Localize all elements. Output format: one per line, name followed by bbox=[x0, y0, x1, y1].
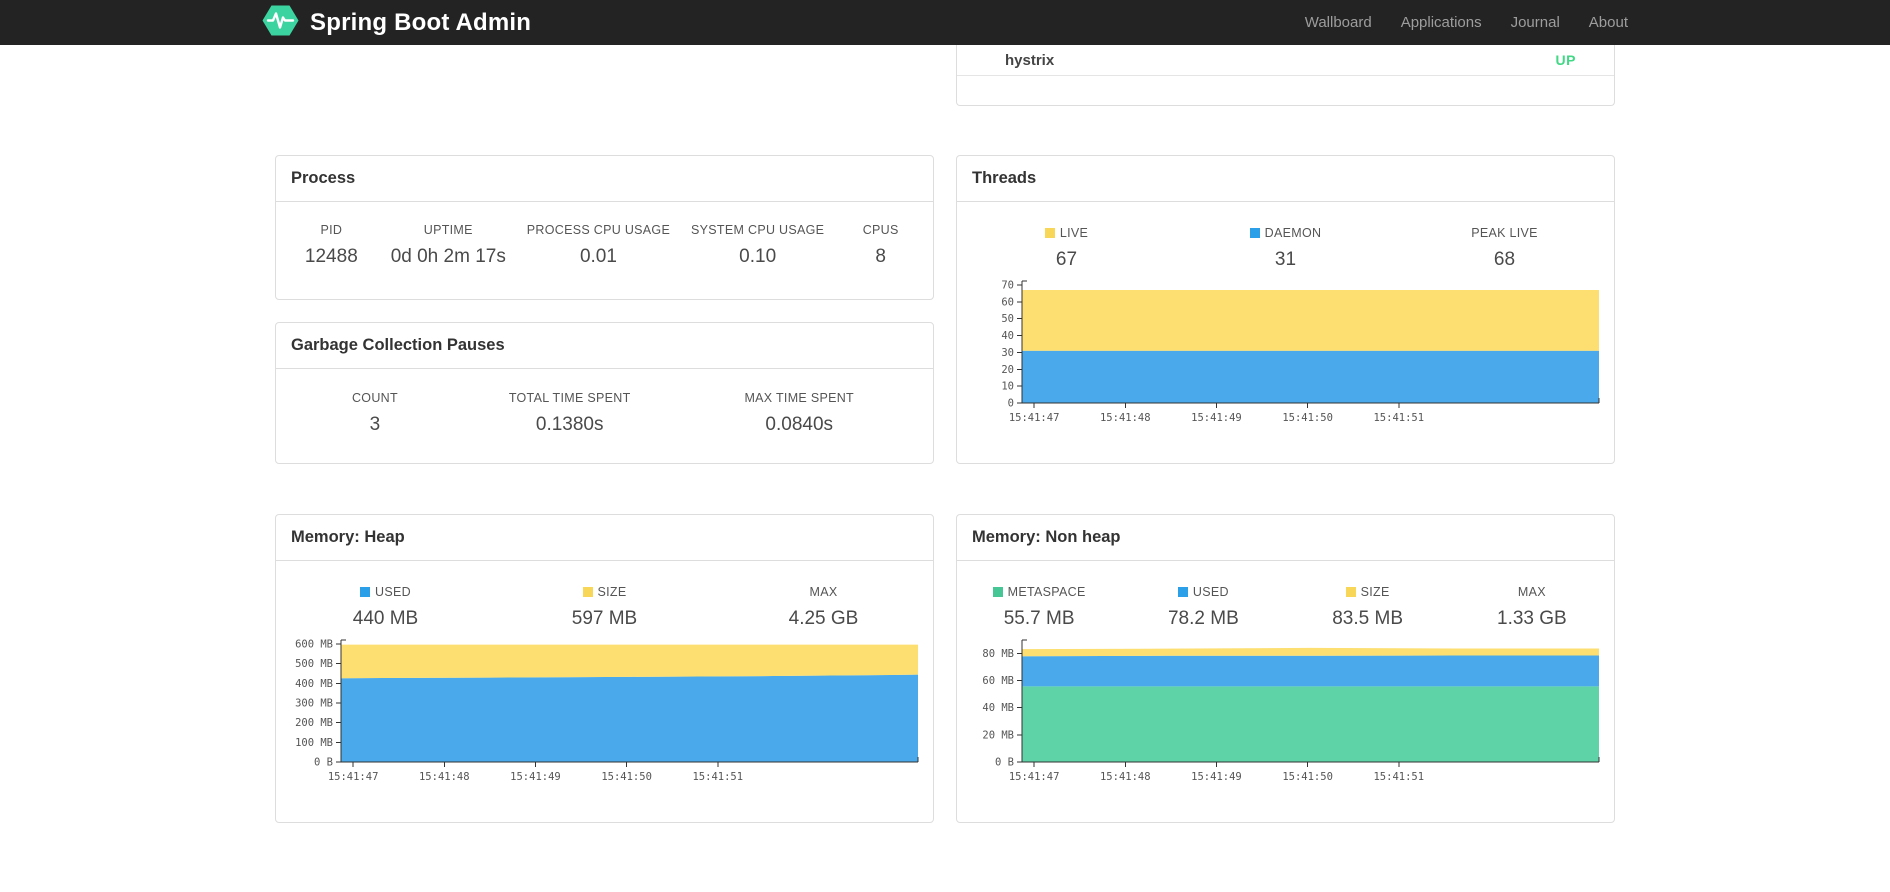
svg-text:200 MB: 200 MB bbox=[295, 717, 333, 729]
svg-text:0 B: 0 B bbox=[314, 757, 333, 769]
svg-text:600 MB: 600 MB bbox=[295, 639, 333, 651]
svg-text:0: 0 bbox=[1008, 398, 1014, 410]
stat-pid: PID 12488 bbox=[304, 223, 358, 267]
stat-gc-total-time: TOTAL TIME SPENT 0.1380s bbox=[508, 391, 631, 435]
main-content: hystrix UP Process PID 12488 UPTIME 0d 0… bbox=[275, 45, 1615, 823]
threads-panel-title: Threads bbox=[957, 156, 1614, 202]
svg-text:15:41:50: 15:41:50 bbox=[601, 771, 652, 783]
stat-system-cpu-usage: SYSTEM CPU USAGE 0.10 bbox=[691, 223, 825, 267]
memory-nonheap-panel-title: Memory: Non heap bbox=[957, 515, 1614, 561]
process-stats: PID 12488 UPTIME 0d 0h 2m 17s PROCESS CP… bbox=[276, 202, 933, 268]
svg-text:70: 70 bbox=[1001, 280, 1014, 292]
gc-panel-title: Garbage Collection Pauses bbox=[276, 323, 933, 369]
svg-text:10: 10 bbox=[1001, 381, 1014, 393]
svg-text:20: 20 bbox=[1001, 364, 1014, 376]
svg-text:15:41:50: 15:41:50 bbox=[1282, 771, 1333, 783]
spring-boot-admin-logo-icon bbox=[262, 4, 299, 42]
svg-text:15:41:48: 15:41:48 bbox=[419, 771, 470, 783]
memory-heap-panel-title: Memory: Heap bbox=[276, 515, 933, 561]
nonheap-legend: METASPACE 55.7 MB USED 78.2 MB SIZE 83.5… bbox=[957, 561, 1614, 630]
gc-pauses-panel: Garbage Collection Pauses COUNT 3 TOTAL … bbox=[275, 322, 934, 464]
threads-legend: LIVE 67 DAEMON 31 PEAK LIVE 68 bbox=[957, 202, 1614, 271]
legend-metaspace: METASPACE 55.7 MB bbox=[957, 585, 1121, 630]
legend-heap-size: SIZE 597 MB bbox=[571, 585, 638, 629]
process-panel: Process PID 12488 UPTIME 0d 0h 2m 17s PR… bbox=[275, 155, 934, 300]
nav-item-wallboard[interactable]: Wallboard bbox=[1305, 14, 1372, 31]
heap-size-swatch-icon bbox=[582, 587, 593, 597]
daemon-swatch-icon bbox=[1249, 228, 1260, 238]
nav-links: Wallboard Applications Journal About bbox=[1276, 14, 1628, 31]
legend-daemon: DAEMON 31 bbox=[1176, 226, 1395, 271]
svg-text:15:41:49: 15:41:49 bbox=[510, 771, 561, 783]
legend-peak-live: PEAK LIVE 68 bbox=[1471, 226, 1538, 270]
svg-text:50: 50 bbox=[1001, 313, 1014, 325]
stat-gc-count: COUNT 3 bbox=[351, 391, 398, 435]
svg-text:0 B: 0 B bbox=[995, 757, 1014, 769]
memory-nonheap-chart: 0 B 20 MB 40 MB 60 MB 80 MB 15:41:47 15:41:48 1… bbox=[982, 639, 1600, 783]
threads-panel: Threads LIVE 67 DAEMON 31 PEAK LIVE 68 0… bbox=[956, 155, 1615, 464]
svg-text:15:41:49: 15:41:49 bbox=[1191, 771, 1242, 783]
svg-text:15:41:48: 15:41:48 bbox=[1100, 412, 1151, 424]
svg-text:100 MB: 100 MB bbox=[295, 737, 333, 749]
legend-nonheap-size: SIZE 83.5 MB bbox=[1332, 585, 1403, 629]
application-row-hystrix[interactable]: hystrix UP bbox=[957, 45, 1614, 76]
nonheap-used-swatch-icon bbox=[1177, 587, 1188, 597]
svg-text:15:41:47: 15:41:47 bbox=[1009, 771, 1060, 783]
heap-legend: USED 440 MB SIZE 597 MB MAX 4.25 GB bbox=[276, 561, 933, 630]
gc-stats: COUNT 3 TOTAL TIME SPENT 0.1380s MAX TIM… bbox=[276, 369, 933, 436]
svg-text:15:41:49: 15:41:49 bbox=[1191, 412, 1242, 424]
svg-text:500 MB: 500 MB bbox=[295, 658, 333, 670]
stat-gc-max-time: MAX TIME SPENT 0.0840s bbox=[744, 391, 854, 435]
application-status-panel: hystrix UP bbox=[956, 45, 1615, 106]
metaspace-swatch-icon bbox=[992, 587, 1003, 597]
svg-text:40: 40 bbox=[1001, 330, 1014, 342]
stat-cpus: CPUS 8 bbox=[862, 223, 899, 267]
svg-text:15:41:47: 15:41:47 bbox=[328, 771, 379, 783]
svg-text:80 MB: 80 MB bbox=[982, 648, 1014, 660]
svg-text:20 MB: 20 MB bbox=[982, 729, 1014, 741]
memory-nonheap-panel: Memory: Non heap METASPACE 55.7 MB USED … bbox=[956, 514, 1615, 823]
spacer-column bbox=[275, 45, 934, 106]
svg-text:15:41:51: 15:41:51 bbox=[1373, 771, 1424, 783]
legend-nonheap-used: USED 78.2 MB bbox=[1167, 585, 1239, 629]
process-panel-title: Process bbox=[276, 156, 933, 202]
svg-text:400 MB: 400 MB bbox=[295, 678, 333, 690]
stat-process-cpu-usage: PROCESS CPU USAGE 0.01 bbox=[526, 223, 671, 267]
nonheap-size-swatch-icon bbox=[1345, 587, 1356, 597]
stat-uptime: UPTIME 0d 0h 2m 17s bbox=[390, 223, 506, 267]
legend-nonheap-max: MAX 1.33 GB bbox=[1497, 585, 1567, 629]
svg-text:15:41:51: 15:41:51 bbox=[692, 771, 743, 783]
nav-item-about[interactable]: About bbox=[1589, 14, 1628, 31]
svg-text:15:41:48: 15:41:48 bbox=[1100, 771, 1151, 783]
status-badge: UP bbox=[1555, 52, 1576, 68]
application-name[interactable]: hystrix bbox=[1005, 52, 1054, 69]
legend-live: LIVE 67 bbox=[957, 226, 1176, 271]
live-swatch-icon bbox=[1044, 228, 1055, 238]
svg-text:15:41:50: 15:41:50 bbox=[1282, 412, 1333, 424]
legend-heap-max: MAX 4.25 GB bbox=[788, 585, 859, 629]
svg-text:300 MB: 300 MB bbox=[295, 698, 333, 710]
legend-heap-used: USED 440 MB bbox=[352, 585, 419, 629]
svg-text:60 MB: 60 MB bbox=[982, 675, 1014, 687]
svg-text:30: 30 bbox=[1001, 347, 1014, 359]
memory-heap-chart: 0 B 100 MB 200 MB 300 MB 400 MB 500 MB 600 MB 1… bbox=[295, 639, 919, 783]
brand[interactable]: Spring Boot Admin bbox=[262, 4, 531, 42]
heap-used-swatch-icon bbox=[360, 587, 371, 597]
svg-text:15:41:51: 15:41:51 bbox=[1373, 412, 1424, 424]
navbar: Spring Boot Admin Wallboard Applications… bbox=[0, 0, 1890, 45]
svg-text:15:41:47: 15:41:47 bbox=[1009, 412, 1060, 424]
svg-text:60: 60 bbox=[1001, 296, 1014, 308]
nav-item-applications[interactable]: Applications bbox=[1401, 14, 1482, 31]
svg-text:40 MB: 40 MB bbox=[982, 702, 1014, 714]
nav-item-journal[interactable]: Journal bbox=[1511, 14, 1560, 31]
brand-title: Spring Boot Admin bbox=[310, 8, 532, 36]
memory-heap-panel: Memory: Heap USED 440 MB SIZE 597 MB MAX… bbox=[275, 514, 934, 823]
threads-chart: 0 10 20 30 40 50 60 70 15:41:47 15:41:48 15:41:49 1… bbox=[1001, 280, 1600, 424]
